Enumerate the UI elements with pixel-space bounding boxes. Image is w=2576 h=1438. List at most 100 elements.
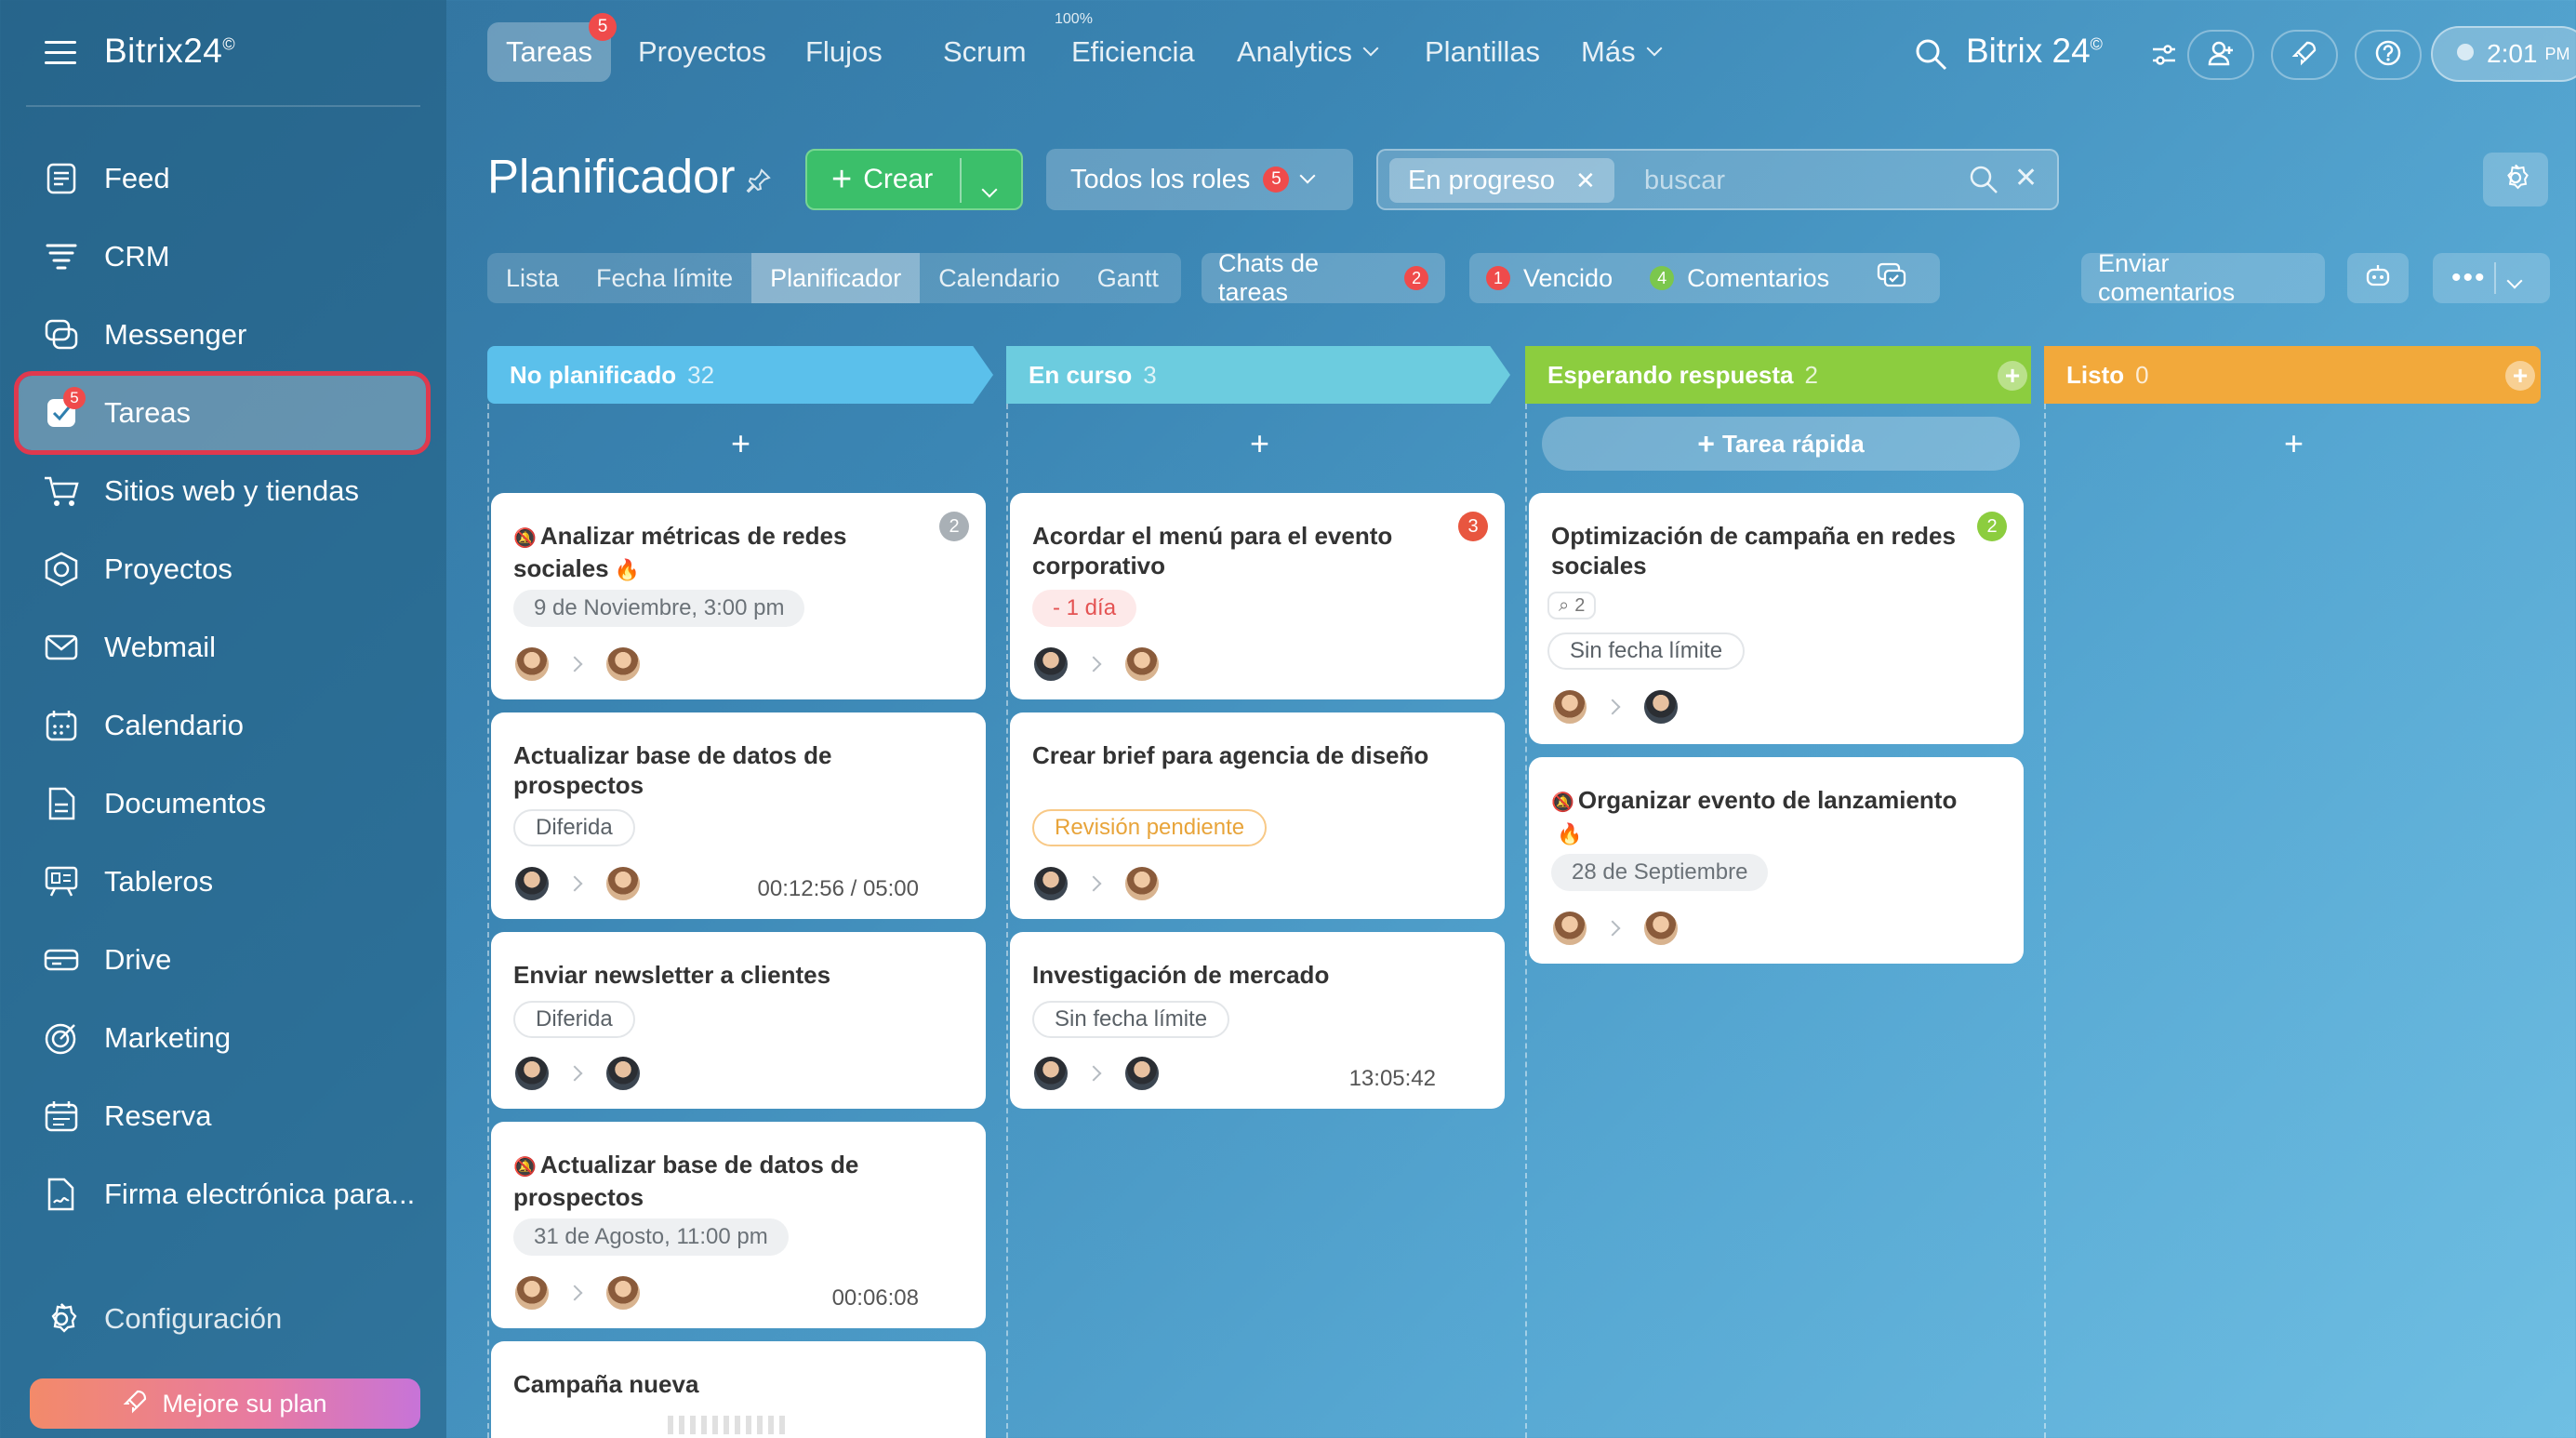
- work-day-clock[interactable]: 2:01 PM: [2431, 26, 2576, 82]
- sidebar-item-sites[interactable]: Sitios web y tiendas: [19, 454, 426, 528]
- avatar[interactable]: [1123, 865, 1161, 902]
- task-title[interactable]: Acordar el menú para el evento corporati…: [1032, 521, 1441, 580]
- tab-tareas[interactable]: Tareas 5: [487, 13, 617, 82]
- avatar[interactable]: [1032, 865, 1069, 902]
- attachments-counter[interactable]: ⌕ 2: [1547, 592, 1597, 619]
- avatar[interactable]: [1123, 646, 1161, 683]
- sidebar-item-drive[interactable]: Drive: [19, 923, 426, 997]
- task-card[interactable]: Campaña nueva: [491, 1341, 986, 1438]
- avatar[interactable]: [513, 1055, 551, 1092]
- app-logo[interactable]: Bitrix24©: [104, 32, 235, 71]
- deadline-tag[interactable]: 31 de Agosto, 11:00 pm: [513, 1218, 789, 1256]
- sidebar-item-calendario[interactable]: Calendario: [19, 688, 426, 763]
- sidebar-item-firma[interactable]: Firma electrónica para...: [19, 1157, 426, 1232]
- sidebar-item-documentos[interactable]: Documentos: [19, 766, 426, 841]
- task-card[interactable]: Actualizar base de datos de prospectos D…: [491, 712, 986, 919]
- avatar[interactable]: [1551, 688, 1588, 726]
- avatar[interactable]: [604, 646, 642, 683]
- clear-icon[interactable]: ✕: [2014, 162, 2038, 194]
- task-title[interactable]: Optimización de campaña en redes sociale…: [1551, 521, 1960, 580]
- avatar[interactable]: [1642, 688, 1680, 726]
- task-card[interactable]: Enviar newsletter a clientes Diferida: [491, 932, 986, 1109]
- chevron-down-icon[interactable]: [2506, 264, 2523, 293]
- task-card[interactable]: 🔕 Organizar evento de lanzamiento🔥 28 de …: [1529, 757, 2024, 964]
- sidebar-item-tableros[interactable]: Tableros: [19, 845, 426, 919]
- task-title[interactable]: Crear brief para agencia de diseño: [1032, 740, 1441, 770]
- filter-chip-en-progreso[interactable]: En progreso ✕: [1389, 158, 1614, 203]
- avatar[interactable]: [1642, 910, 1680, 947]
- avatar[interactable]: [604, 1274, 642, 1312]
- column-header-esperando-respuesta[interactable]: Esperando respuesta 2 +: [1525, 346, 2031, 404]
- upgrade-plan-button[interactable]: Mejore su plan: [30, 1378, 420, 1429]
- task-card[interactable]: Crear brief para agencia de diseño Revis…: [1010, 712, 1505, 919]
- deadline-tag[interactable]: Sin fecha límite: [1547, 632, 1746, 670]
- menu-icon[interactable]: [45, 41, 76, 65]
- add-task-button[interactable]: +: [1250, 424, 1269, 463]
- chat-check-icon[interactable]: [1876, 261, 1907, 296]
- column-header-no-planificado[interactable]: No planificado 32: [487, 346, 993, 404]
- deadline-tag[interactable]: - 1 día: [1032, 590, 1137, 627]
- add-column-icon[interactable]: +: [2505, 361, 2535, 391]
- sidebar-item-feed[interactable]: Feed: [19, 141, 426, 216]
- deadline-tag[interactable]: Sin fecha límite: [1032, 1001, 1230, 1038]
- comments-filter[interactable]: Comentarios: [1687, 264, 1829, 293]
- status-tag[interactable]: Diferida: [513, 1001, 635, 1038]
- overdue-filter[interactable]: Vencido: [1523, 264, 1613, 293]
- deadline-tag[interactable]: 28 de Septiembre: [1551, 854, 1769, 891]
- tab-flujos[interactable]: Flujos: [787, 22, 901, 82]
- avatar[interactable]: [1032, 646, 1069, 683]
- task-title[interactable]: Campaña nueva: [513, 1369, 923, 1399]
- task-title[interactable]: Enviar newsletter a clientes: [513, 960, 923, 990]
- pin-icon[interactable]: [746, 167, 772, 198]
- tab-proyectos[interactable]: Proyectos: [619, 22, 785, 82]
- avatar[interactable]: [1123, 1055, 1161, 1092]
- column-header-en-curso[interactable]: En curso 3: [1006, 346, 1510, 404]
- rocket-button[interactable]: [2271, 30, 2338, 80]
- quick-task-button[interactable]: + Tarea rápida: [1542, 417, 2020, 471]
- filter-settings-icon[interactable]: [2150, 41, 2178, 73]
- task-chats-button[interactable]: Chats de tareas 2: [1202, 249, 1445, 306]
- send-feedback-button[interactable]: Enviar comentarios: [2081, 249, 2325, 306]
- add-column-icon[interactable]: +: [1998, 361, 2027, 391]
- avatar[interactable]: [513, 865, 551, 902]
- sidebar-item-webmail[interactable]: Webmail: [19, 610, 426, 685]
- sidebar-item-tareas[interactable]: 5 Tareas: [14, 371, 431, 455]
- sidebar-item-marketing[interactable]: Marketing: [19, 1001, 426, 1075]
- sidebar-item-reserva[interactable]: Reserva: [19, 1079, 426, 1153]
- column-header-listo[interactable]: Listo 0 +: [2044, 346, 2541, 404]
- view-tab-planificador[interactable]: Planificador: [751, 253, 921, 303]
- status-tag[interactable]: Revisión pendiente: [1032, 809, 1268, 846]
- add-task-button[interactable]: +: [2284, 424, 2304, 463]
- sidebar-item-messenger[interactable]: Messenger: [19, 298, 426, 372]
- avatar[interactable]: [1032, 1055, 1069, 1092]
- deadline-tag[interactable]: 9 de Noviembre, 3:00 pm: [513, 590, 805, 627]
- search-filter-box[interactable]: En progreso ✕ buscar ✕: [1376, 149, 2059, 210]
- view-tab-calendario[interactable]: Calendario: [920, 253, 1079, 303]
- more-menu-button[interactable]: •••: [2433, 253, 2550, 303]
- task-title[interactable]: Actualizar base de datos de prospectos: [513, 740, 923, 800]
- create-button[interactable]: + Crear: [805, 149, 1023, 210]
- sidebar-item-configuracion[interactable]: Configuración: [19, 1282, 426, 1356]
- robots-button[interactable]: [2347, 253, 2409, 303]
- settings-button[interactable]: [2483, 153, 2548, 206]
- avatar[interactable]: [513, 646, 551, 683]
- add-task-button[interactable]: +: [731, 424, 750, 463]
- sidebar-item-crm[interactable]: CRM: [19, 220, 426, 294]
- avatar[interactable]: [1551, 910, 1588, 947]
- view-tab-gantt[interactable]: Gantt: [1079, 253, 1177, 303]
- roles-filter-dropdown[interactable]: Todos los roles 5: [1046, 149, 1353, 210]
- task-card[interactable]: 🔕 Actualizar base de datos de prospectos …: [491, 1122, 986, 1328]
- task-title[interactable]: 🔕 Organizar evento de lanzamiento🔥: [1551, 785, 1960, 849]
- tab-scrum[interactable]: Scrum: [924, 22, 1045, 82]
- invite-user-button[interactable]: [2187, 30, 2254, 80]
- tab-eficiencia[interactable]: 100% Eficiencia: [1053, 11, 1214, 82]
- sidebar-item-proyectos[interactable]: Proyectos: [19, 532, 426, 606]
- task-title[interactable]: 🔕 Actualizar base de datos de prospectos: [513, 1150, 923, 1212]
- task-card[interactable]: 🔕 Analizar métricas de redes sociales 🔥 2 …: [491, 493, 986, 699]
- task-card[interactable]: Optimización de campaña en redes sociale…: [1529, 493, 2024, 744]
- view-tab-lista[interactable]: Lista: [487, 253, 578, 303]
- avatar[interactable]: [513, 1274, 551, 1312]
- status-tag[interactable]: Diferida: [513, 809, 635, 846]
- avatar[interactable]: [604, 865, 642, 902]
- view-tab-fecha-limite[interactable]: Fecha límite: [578, 253, 751, 303]
